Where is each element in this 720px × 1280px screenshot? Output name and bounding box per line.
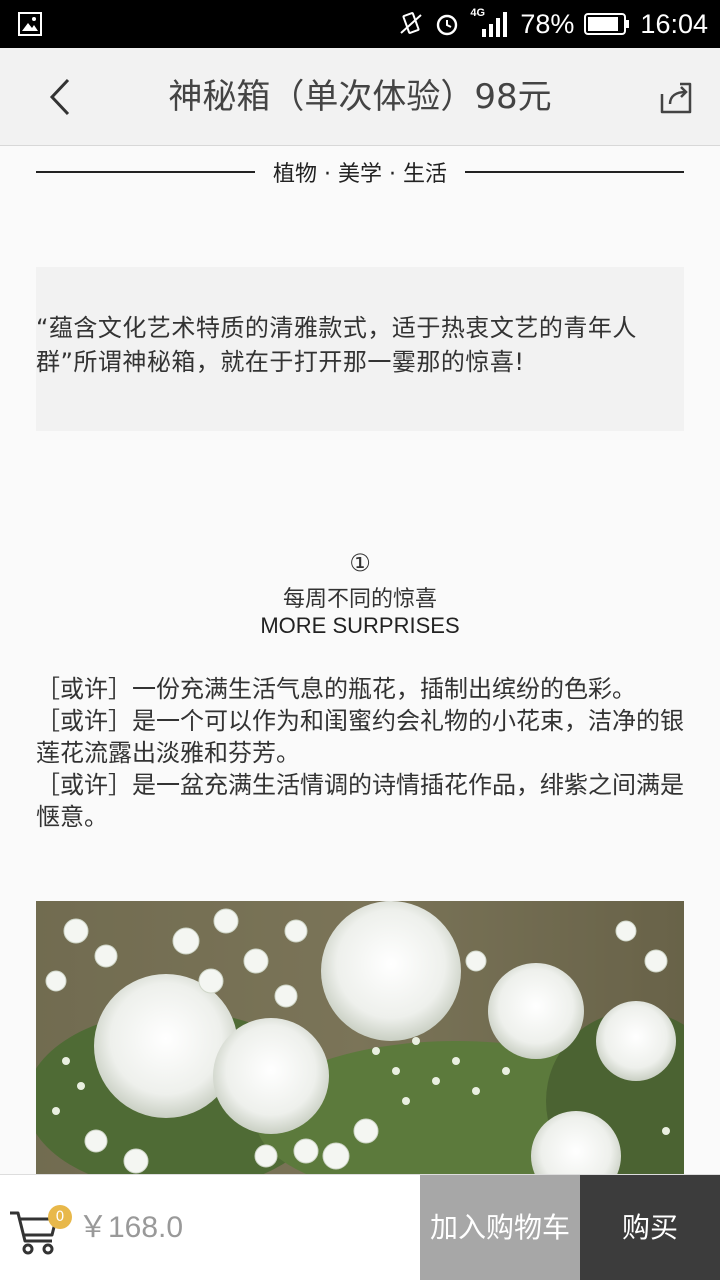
product-detail-content[interactable]: 植物 · 美学 · 生活 “蕴含文化艺术特质的清雅款式，适于热衷文艺的青年人群”… — [0, 147, 720, 1174]
section-title-en: MORE SURPRISES — [260, 613, 460, 638]
nav-bar: 神秘箱（单次体验）98元 — [0, 48, 720, 146]
battery-percent: 78% — [520, 8, 575, 39]
description-item: ［或许］是一盆充满生活情调的诗情插花作品，绯紫之间满是惬意。 — [36, 771, 684, 831]
bottom-action-bar: 0 ￥168.0 加入购物车 购买 — [0, 1174, 720, 1280]
chevron-left-icon[interactable] — [36, 72, 86, 122]
vibrate-icon — [400, 12, 423, 34]
flower-photo — [36, 901, 684, 1174]
signal-icon: 4G — [470, 7, 510, 39]
section-title-cn: 每周不同的惊喜 — [282, 587, 437, 612]
image-icon — [18, 12, 42, 36]
tagline-divider: 植物 · 美学 · 生活 — [36, 157, 684, 187]
add-to-cart-button[interactable]: 加入购物车 — [420, 1175, 580, 1280]
divider-line-right — [464, 171, 684, 173]
quote-box: “蕴含文化艺术特质的清雅款式，适于热衷文艺的青年人群”所谓神秘箱，就在于打开那一… — [36, 267, 684, 431]
description-list: ［或许］一份充满生活气息的瓶花，插制出缤纷的色彩。 ［或许］是一个可以作为和闺蜜… — [36, 673, 686, 833]
buy-button[interactable]: 购买 — [580, 1175, 720, 1280]
cart-count-badge: 0 — [48, 1205, 72, 1229]
description-item: ［或许］是一个可以作为和闺蜜约会礼物的小花束，洁净的银莲花流露出淡雅和芬芳。 — [36, 707, 684, 767]
page-title: 神秘箱（单次体验）98元 — [168, 77, 552, 117]
battery-icon — [584, 13, 630, 35]
tagline: 植物 · 美学 · 生活 — [273, 162, 447, 187]
divider-line-left — [36, 171, 256, 173]
clock: 16:04 — [640, 8, 708, 39]
share-icon[interactable] — [656, 78, 696, 118]
description-item: ［或许］一份充满生活气息的瓶花，插制出缤纷的色彩。 — [36, 675, 636, 703]
section-number: ① — [349, 549, 371, 577]
alarm-icon — [437, 14, 458, 36]
status-bar: 4G 78% 16:04 — [0, 0, 720, 48]
flower-photo-illustration — [36, 901, 684, 1174]
quote-text: “蕴含文化艺术特质的清雅款式，适于热衷文艺的青年人群”所谓神秘箱，就在于打开那一… — [36, 314, 637, 376]
price-label: ￥168.0 — [78, 1211, 184, 1244]
